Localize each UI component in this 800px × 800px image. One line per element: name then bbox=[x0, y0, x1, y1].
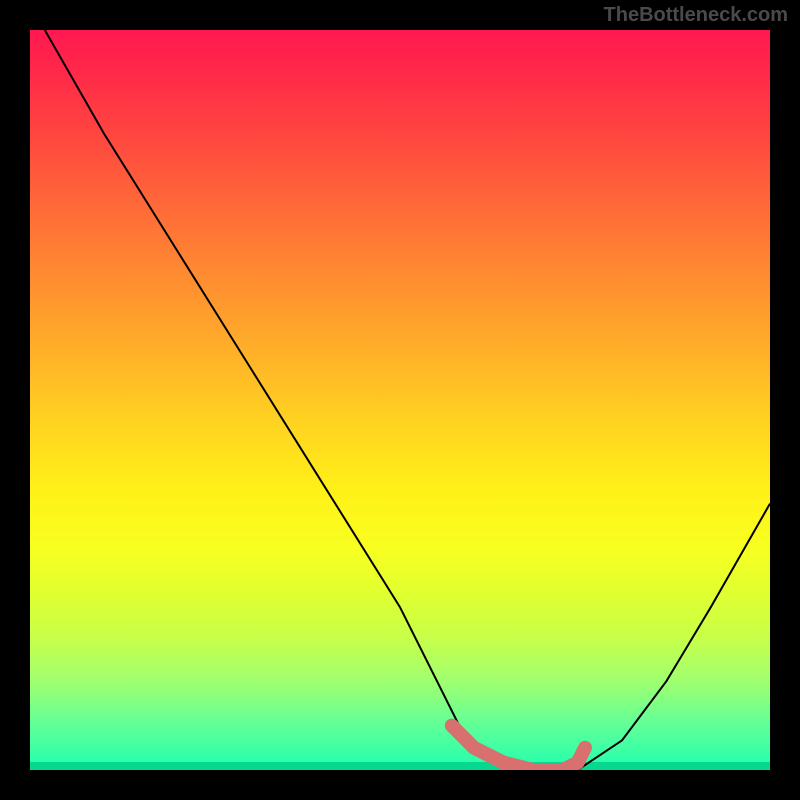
bottleneck-curve-line bbox=[45, 30, 770, 770]
curve-layer bbox=[30, 30, 770, 770]
plot-area bbox=[30, 30, 770, 770]
optimal-range-highlight bbox=[452, 726, 585, 770]
watermark-text: TheBottleneck.com bbox=[604, 4, 788, 27]
